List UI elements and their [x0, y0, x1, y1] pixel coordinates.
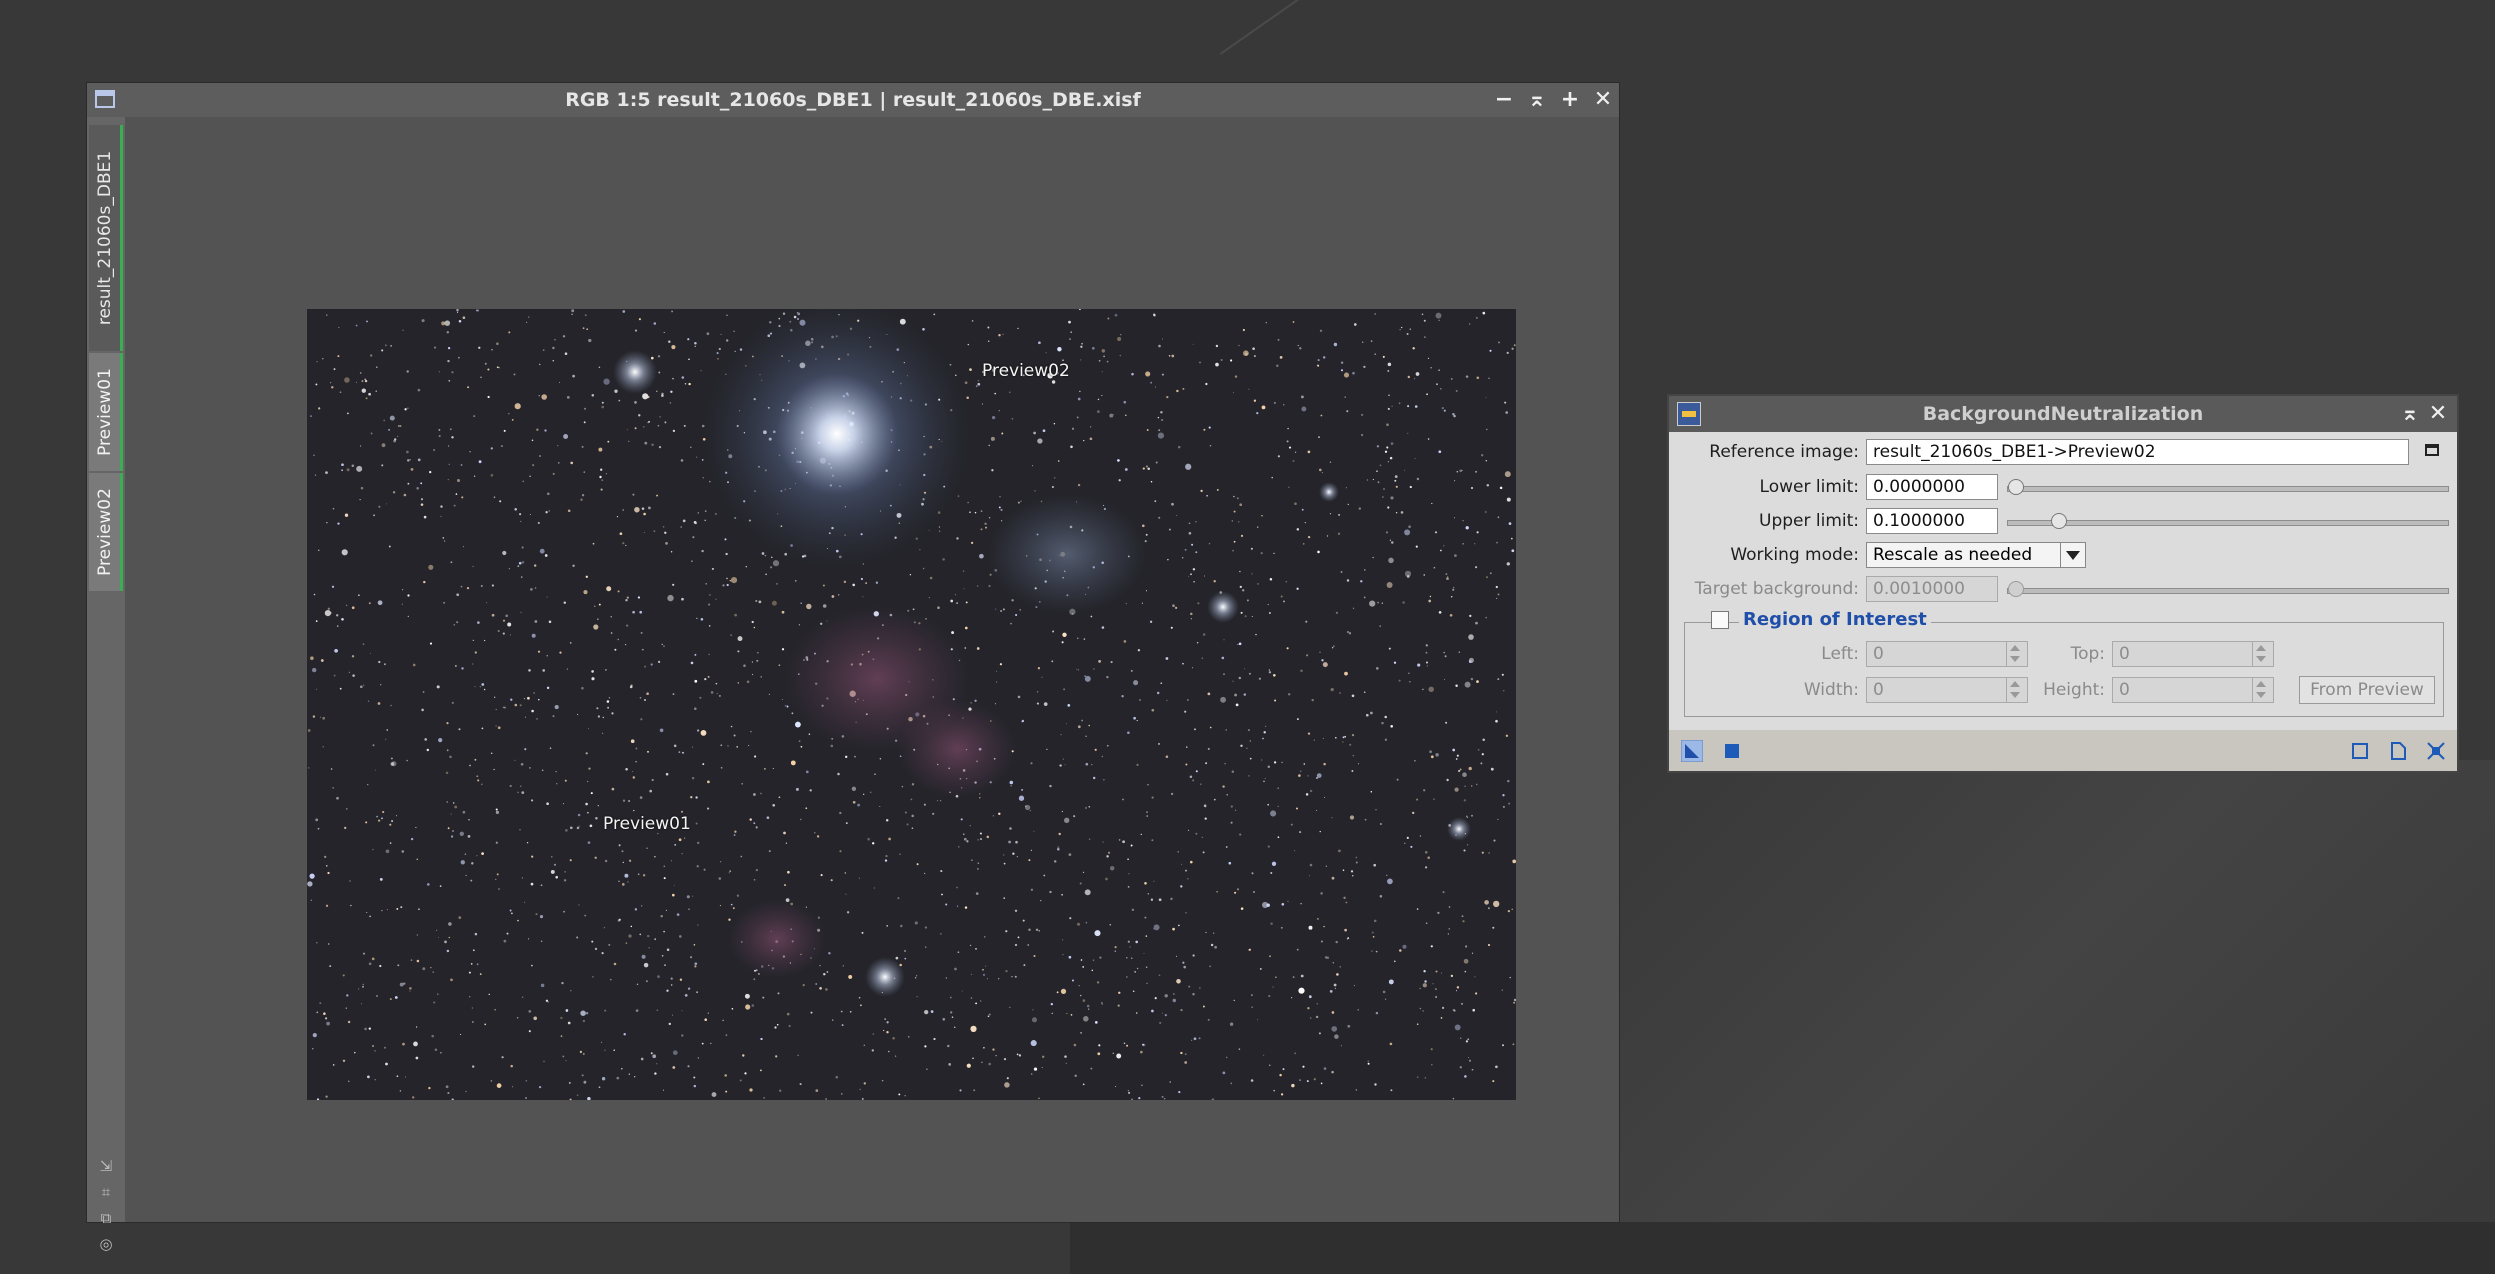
roi-title: Region of Interest: [1739, 609, 1931, 630]
dialog-footer: [1669, 730, 2457, 771]
tab-preview02-label: Preview02: [94, 488, 115, 576]
from-preview-button[interactable]: From Preview: [2299, 676, 2435, 704]
astro-image: [307, 309, 1516, 1100]
upper-limit-field[interactable]: 0.1000000: [1866, 508, 1998, 534]
new-instance-icon[interactable]: [1681, 740, 1703, 762]
image-viewport[interactable]: Preview02 Preview01: [125, 117, 1619, 1222]
image-window: RGB 1:5 result_21060s_DBE1 | result_2106…: [86, 82, 1620, 1253]
preview02-label: Preview02: [982, 361, 1070, 381]
chevron-down-icon[interactable]: [2060, 543, 2085, 567]
tab-preview02[interactable]: Preview02: [89, 473, 123, 591]
roi-top-label: Top:: [2070, 644, 2105, 664]
roi-width-field[interactable]: 0: [1866, 677, 2028, 703]
target-background-slider[interactable]: [2007, 581, 2449, 597]
working-mode-select[interactable]: Rescale as needed: [1866, 542, 2086, 568]
dialog-close-button[interactable]: ✕: [2425, 401, 2451, 427]
roi-height-spinner[interactable]: [2252, 677, 2269, 703]
roi-left-label: Left:: [1821, 644, 1859, 664]
preview01-label: Preview01: [603, 814, 691, 834]
preview02-region[interactable]: [862, 357, 938, 381]
apply-global-icon[interactable]: [1721, 740, 1743, 762]
lower-limit-field[interactable]: 0.0000000: [1866, 474, 1998, 500]
reset-icon[interactable]: [2425, 740, 2447, 762]
target-background-field[interactable]: 0.0010000: [1866, 576, 1998, 602]
tab-preview01-label: Preview01: [94, 368, 115, 456]
target-background-knob[interactable]: [2008, 581, 2024, 597]
working-mode-label: Working mode:: [1730, 545, 1859, 565]
image-window-title: RGB 1:5 result_21060s_DBE1 | result_2106…: [565, 89, 1141, 111]
roi-width-spinner[interactable]: [2006, 677, 2023, 703]
documentation-icon[interactable]: [2387, 740, 2409, 762]
tab-main-view-label: result_21060s_DBE1: [94, 150, 115, 326]
zoom-fit-icon[interactable]: ⇲: [96, 1157, 116, 1175]
roi-left-spinner[interactable]: [2006, 641, 2023, 667]
view-tab-strip: result_21060s_DBE1 Preview01 Preview02 ⇲…: [87, 117, 126, 1253]
target-background-label: Target background:: [1694, 579, 1859, 599]
dialog-shade-button[interactable]: ⌅: [2397, 401, 2423, 427]
shade-button[interactable]: ⌅: [1524, 87, 1550, 113]
reference-image-field[interactable]: result_21060s_DBE1->Preview02: [1866, 439, 2409, 465]
image-window-titlebar[interactable]: RGB 1:5 result_21060s_DBE1 | result_2106…: [87, 83, 1619, 118]
roi-checkbox[interactable]: [1711, 611, 1729, 629]
roi-top-spinner[interactable]: [2252, 641, 2269, 667]
background-neutralization-dialog: BackgroundNeutralization ⌅ ✕ Reference i…: [1667, 394, 2459, 773]
close-button[interactable]: ✕: [1590, 87, 1616, 113]
roi-height-field[interactable]: 0: [2112, 677, 2274, 703]
roi-height-label: Height:: [2043, 680, 2105, 700]
dialog-title: BackgroundNeutralization: [1922, 403, 2204, 425]
upper-limit-slider[interactable]: [2007, 513, 2449, 529]
minimize-button[interactable]: −: [1491, 87, 1517, 113]
roi-width-label: Width:: [1803, 680, 1859, 700]
upper-limit-label: Upper limit:: [1759, 511, 1859, 531]
crop-icon[interactable]: ⌗: [96, 1183, 116, 1201]
dialog-body: Reference image: result_21060s_DBE1->Pre…: [1669, 432, 2457, 730]
select-view-icon[interactable]: [2425, 444, 2439, 456]
desktop-shade: [1620, 760, 2495, 1274]
lower-limit-label: Lower limit:: [1759, 477, 1859, 497]
reference-image-label: Reference image:: [1709, 442, 1859, 462]
tab-preview01[interactable]: Preview01: [89, 353, 123, 471]
upper-limit-knob[interactable]: [2051, 513, 2067, 529]
target-icon[interactable]: ◎: [96, 1235, 116, 1253]
maximize-button[interactable]: +: [1557, 87, 1583, 113]
roi-left-field[interactable]: 0: [1866, 641, 2028, 667]
desktop-bottom: [1070, 1222, 2495, 1274]
lower-limit-slider[interactable]: [2007, 479, 2449, 495]
desktop-line: [1219, 0, 1312, 55]
roi-top-field[interactable]: 0: [2112, 641, 2274, 667]
preview-icon[interactable]: [2349, 740, 2371, 762]
dialog-titlebar[interactable]: BackgroundNeutralization ⌅ ✕: [1669, 396, 2457, 432]
clone-view-icon[interactable]: ⧉: [96, 1209, 116, 1227]
tab-main-view[interactable]: result_21060s_DBE1: [89, 125, 123, 351]
lower-limit-knob[interactable]: [2008, 479, 2024, 495]
working-mode-value: Rescale as needed: [1873, 545, 2033, 565]
